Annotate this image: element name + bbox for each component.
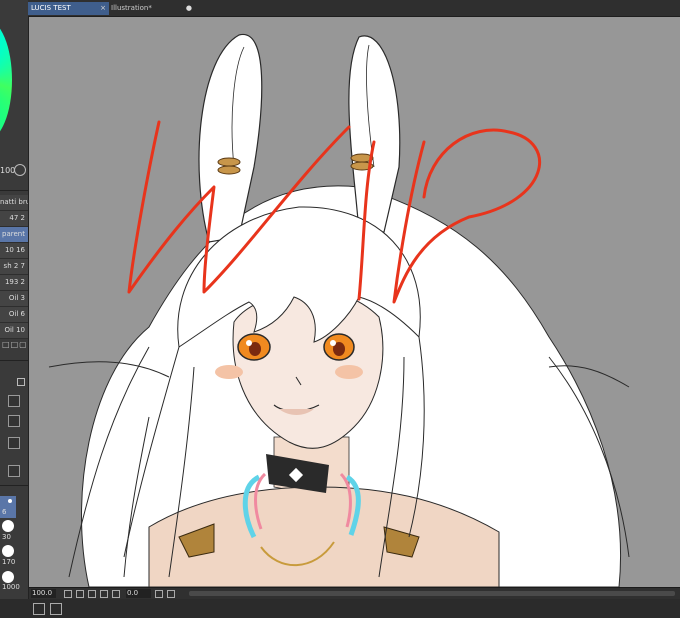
add-brush-icon[interactable]: □ [2, 340, 11, 349]
delete-icon[interactable]: ▢ [19, 340, 28, 349]
tab-label: Illustration* [111, 4, 152, 12]
brush-item[interactable]: 47 2 [0, 211, 28, 227]
list-icon[interactable] [50, 603, 62, 615]
setting-toggle[interactable] [8, 415, 20, 427]
app-window: 100 natti bru 47 2 parent 10 16 sh 2 7 1… [0, 0, 680, 618]
setting-toggle[interactable] [8, 437, 20, 449]
brush-size-label: 1000 [2, 583, 20, 591]
tab-lucis-test-model[interactable]: LUCIS TEST MODEL_2* × [28, 2, 109, 25]
clock-icon[interactable] [8, 465, 20, 477]
document-tab-bar: LUCIS TEST MODEL_2* × Illustration* ● [28, 0, 680, 25]
artwork [48, 33, 630, 587]
tab-illustration[interactable]: Illustration* ● [108, 2, 195, 15]
brush-item[interactable]: Oil 3 [0, 291, 28, 307]
brush-size-label: 30 [2, 533, 11, 541]
brush-size-dot[interactable] [2, 520, 14, 532]
reset-rotation-icon[interactable] [155, 590, 163, 598]
artwork-ear-ring [217, 157, 241, 167]
artwork-ear-ring [217, 165, 241, 175]
left-tool-panel: 100 natti bru 47 2 parent 10 16 sh 2 7 1… [0, 0, 29, 618]
brush-item[interactable]: sh 2 7 [0, 259, 28, 275]
lock-icon[interactable] [17, 378, 25, 386]
setting-toggle[interactable] [8, 395, 20, 407]
bottom-bar [0, 599, 680, 618]
rotate-left-icon[interactable] [100, 590, 108, 598]
zoom-in-icon[interactable] [76, 590, 84, 598]
brush-list: natti bru 47 2 parent 10 16 sh 2 7 193 2… [0, 195, 28, 339]
divider [0, 360, 28, 361]
artwork-blush [215, 365, 243, 379]
brush-size-label: 170 [2, 558, 16, 566]
brush-item-selected[interactable]: parent [0, 227, 28, 243]
horizontal-scrollbar[interactable] [189, 591, 675, 596]
brush-list-toolbar: □□▢ [2, 340, 28, 349]
brush-item[interactable]: 193 2 [0, 275, 28, 291]
brush-item[interactable]: Oil 6 [0, 307, 28, 323]
brush-size-dot[interactable] [8, 499, 12, 503]
brush-size-label: 6 [2, 508, 7, 516]
brush-item[interactable]: 10 16 [0, 243, 28, 259]
zoom-out-icon[interactable] [64, 590, 72, 598]
panel-toggle-icon[interactable] [33, 603, 45, 615]
divider [0, 190, 28, 191]
brush-item[interactable]: natti bru [0, 195, 28, 211]
close-icon[interactable]: ● [186, 2, 192, 15]
close-icon[interactable]: × [100, 2, 106, 15]
artwork-right-eye-highlight [330, 340, 336, 346]
color-wheel[interactable] [0, 20, 12, 140]
reset-icon[interactable] [14, 164, 26, 176]
duplicate-icon[interactable]: □ [11, 340, 20, 349]
zoom-field[interactable]: 100.0 [31, 589, 56, 598]
artwork-left-eye-highlight [246, 340, 252, 346]
brush-item[interactable]: Oil 10 [0, 323, 28, 339]
rotate-right-icon[interactable] [112, 590, 120, 598]
divider [0, 485, 28, 486]
brush-opacity-value: 100 [0, 166, 16, 175]
brush-size-dot[interactable] [2, 571, 14, 583]
drawing-canvas[interactable] [29, 17, 680, 587]
rotation-angle-field[interactable]: 0.0 [126, 589, 151, 598]
fit-icon[interactable] [88, 590, 96, 598]
flip-icon[interactable] [167, 590, 175, 598]
brush-size-dot[interactable] [2, 545, 14, 557]
artwork-blush [335, 365, 363, 379]
